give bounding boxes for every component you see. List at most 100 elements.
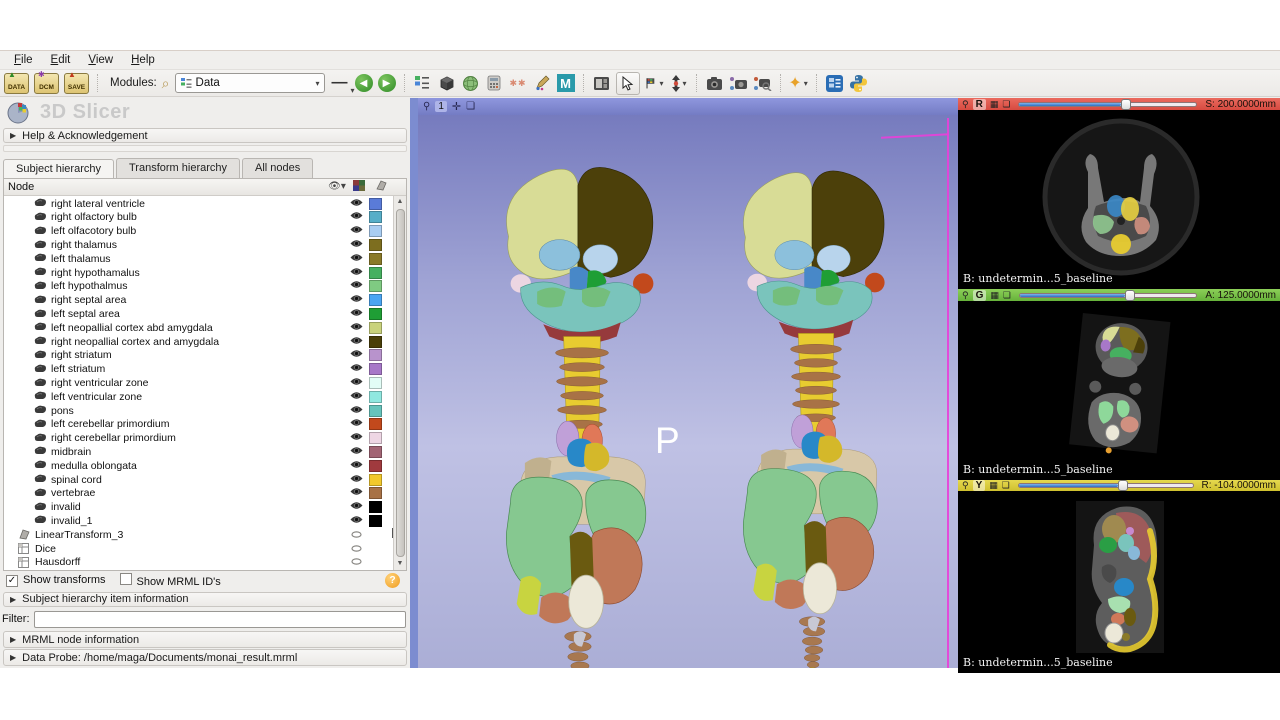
color-swatch[interactable] — [369, 308, 382, 320]
color-swatch[interactable] — [369, 446, 382, 458]
layout-selector-button[interactable] — [592, 74, 611, 93]
tree-row[interactable]: right olfactory bulb — [4, 211, 406, 225]
tree-header-row[interactable]: Node 👁▾ — [4, 179, 406, 196]
filter-input[interactable] — [34, 611, 407, 628]
crosshair-toggle-button[interactable]: ▾ — [669, 74, 688, 93]
module-selector-combobox[interactable]: Data ▾ — [175, 73, 325, 93]
color-swatch[interactable] — [369, 515, 382, 527]
scene-view-button[interactable] — [729, 74, 748, 93]
visibility-eye-icon[interactable] — [343, 267, 369, 279]
color-swatch[interactable] — [369, 349, 382, 361]
color-column-icon[interactable] — [348, 180, 370, 194]
tree-row[interactable]: invalid_1 — [4, 514, 406, 528]
menu-item-file[interactable]: File — [6, 52, 41, 68]
color-swatch[interactable] — [369, 239, 382, 251]
visibility-eye-icon[interactable] — [343, 405, 369, 417]
tab-transform-hierarchy[interactable]: Transform hierarchy — [116, 158, 240, 178]
tree-row[interactable]: left hypothalmus — [4, 280, 406, 294]
yellow-slice-offset-slider[interactable] — [1018, 481, 1194, 490]
color-swatch[interactable] — [369, 501, 382, 513]
tree-row[interactable]: Dice — [4, 542, 406, 556]
red-slice-view[interactable]: B: undetermin...5_baseline — [958, 110, 1280, 289]
color-swatch[interactable] — [369, 377, 382, 389]
mouse-interaction-mode-button[interactable] — [616, 72, 640, 95]
item-information-section[interactable]: ▶ Subject hierarchy item information — [3, 592, 407, 607]
color-swatch[interactable] — [369, 198, 382, 210]
visibility-eye-icon[interactable] — [343, 239, 369, 251]
volume-rendering-button[interactable] — [437, 74, 456, 93]
visibility-eye-icon[interactable] — [343, 308, 369, 320]
visibility-eye-icon[interactable] — [343, 211, 369, 223]
threed-render-area[interactable]: P — [418, 115, 958, 668]
visibility-eye-icon[interactable] — [343, 391, 369, 403]
tab-subject-hierarchy[interactable]: Subject hierarchy — [3, 159, 114, 179]
color-swatch[interactable] — [369, 253, 382, 265]
tree-row[interactable]: left neopallial cortex abd amygdala — [4, 321, 406, 335]
python-console-button[interactable] — [849, 74, 868, 93]
tree-row[interactable]: left cerebellar primordium — [4, 418, 406, 432]
data-probe-section[interactable]: ▶ Data Probe: /home/maga/Documents/monai… — [3, 649, 407, 666]
tree-row[interactable]: spinal cord — [4, 473, 406, 487]
slider-handle[interactable] — [1125, 290, 1135, 301]
color-swatch[interactable] — [369, 322, 382, 334]
scroll-up-icon[interactable]: ▲ — [397, 196, 404, 208]
color-swatch[interactable] — [369, 336, 382, 348]
segment-statistics-button[interactable] — [485, 74, 504, 93]
visibility-eye-icon[interactable] — [343, 474, 369, 486]
color-swatch[interactable] — [369, 487, 382, 499]
visibility-eye-icon[interactable] — [343, 501, 369, 513]
segment-editor-button[interactable] — [461, 74, 480, 93]
menu-item-view[interactable]: View — [80, 52, 121, 68]
pin-icon[interactable]: ⚲ — [423, 101, 430, 112]
tree-row[interactable]: Hausdorff — [4, 555, 406, 569]
module-history-button[interactable]: — ▾ — [330, 72, 350, 94]
scene-view-restore-button[interactable] — [753, 74, 772, 93]
red-slice-offset-slider[interactable] — [1018, 100, 1197, 109]
module-search-icon[interactable]: ⌕ — [162, 75, 170, 92]
color-swatch[interactable] — [369, 432, 382, 444]
visibility-eye-icon[interactable] — [343, 349, 369, 361]
color-swatch[interactable] — [369, 294, 382, 306]
tree-row[interactable]: left olfacotory bulb — [4, 224, 406, 238]
markups-asterisk-button[interactable]: ✱✱ — [509, 74, 528, 93]
tree-row[interactable]: vertebrae — [4, 486, 406, 500]
tree-row[interactable]: right striatum — [4, 349, 406, 363]
color-swatch[interactable] — [369, 280, 382, 292]
visibility-eye-icon[interactable] — [343, 418, 369, 430]
panel-splitter-handle[interactable] — [410, 98, 418, 668]
color-swatch[interactable] — [369, 391, 382, 403]
visibility-column-icon[interactable]: 👁▾ — [326, 181, 348, 192]
tree-row[interactable]: left striatum — [4, 362, 406, 376]
annotations-button[interactable] — [533, 74, 552, 93]
show-mrml-ids-checkbox[interactable]: Show MRML ID's — [120, 573, 221, 588]
help-acknowledgement-section[interactable]: ▶ Help & Acknowledgement — [3, 128, 407, 143]
visibility-eye-icon[interactable] — [343, 446, 369, 458]
tree-row[interactable]: left thalamus — [4, 252, 406, 266]
center-view-icon[interactable]: ✛ — [452, 100, 461, 113]
color-swatch[interactable] — [369, 225, 382, 237]
red-slice-controller-bar[interactable]: ⚲ R ▦ ❏ S: 200.0000mm — [958, 98, 1280, 110]
scrollbar-thumb[interactable] — [396, 209, 405, 557]
maximize-view-icon[interactable]: ❏ — [1002, 480, 1010, 491]
visibility-eye-icon[interactable] — [343, 336, 369, 348]
tree-row[interactable]: right thalamus — [4, 238, 406, 252]
dicom-button[interactable]: ✱ DCM — [34, 73, 59, 94]
tree-row[interactable]: right hypothamalus — [4, 266, 406, 280]
visibility-eye-icon[interactable] — [343, 280, 369, 292]
tree-row[interactable]: right septal area — [4, 293, 406, 307]
module-forward-button[interactable]: ▶ — [378, 74, 396, 92]
visibility-eye-icon[interactable] — [343, 487, 369, 499]
tree-row[interactable]: right lateral ventricle — [4, 197, 406, 211]
tree-row[interactable]: right cerebellar primordium — [4, 431, 406, 445]
color-swatch[interactable] — [369, 460, 382, 472]
maximize-view-icon[interactable]: ❏ — [466, 101, 475, 112]
green-slice-offset-slider[interactable] — [1019, 291, 1197, 300]
tree-row[interactable]: medulla oblongata — [4, 459, 406, 473]
tree-row[interactable]: right ventricular zone — [4, 376, 406, 390]
mrml-node-information-section[interactable]: ▶ MRML node information — [3, 631, 407, 648]
extensions-manager-button[interactable] — [825, 74, 844, 93]
green-slice-view[interactable]: B: undetermin...5_baseline — [958, 301, 1280, 480]
maximize-view-icon[interactable]: ❏ — [1002, 99, 1010, 110]
color-swatch[interactable] — [369, 363, 382, 375]
slider-handle[interactable] — [1121, 99, 1131, 110]
